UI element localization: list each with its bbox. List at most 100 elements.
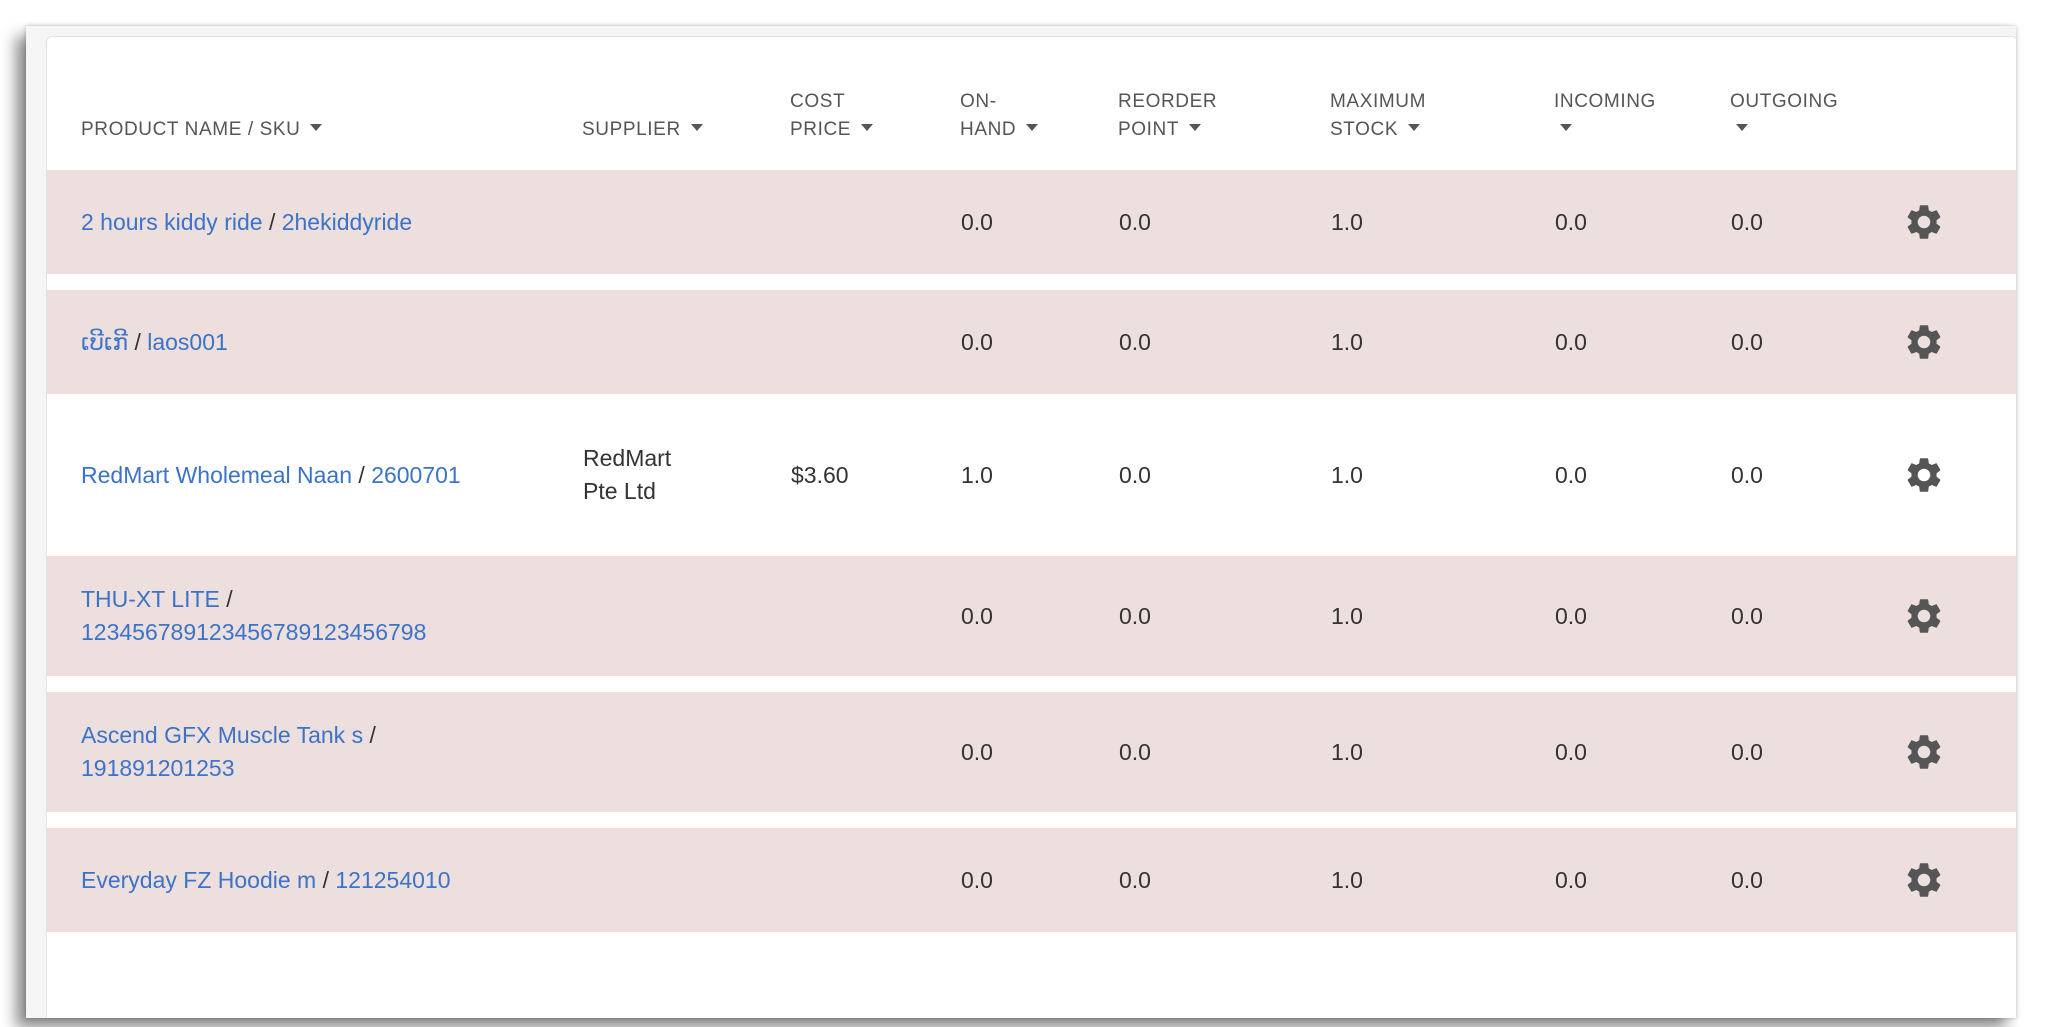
separator: / bbox=[358, 461, 365, 488]
cell-incoming: 0.0 bbox=[1554, 556, 1730, 692]
cell-reorder-point: 0.0 bbox=[1118, 556, 1330, 692]
col-header-max-label-1: MAXIMUM bbox=[1330, 91, 1427, 112]
product-name-link[interactable]: ເບີເກີ bbox=[81, 329, 128, 355]
separator: / bbox=[268, 208, 276, 235]
cell-supplier bbox=[582, 692, 790, 828]
incoming-text: 0.0 bbox=[1555, 461, 1587, 488]
on-hand-text: 0.0 bbox=[961, 866, 993, 893]
reorder-point-text: 0.0 bbox=[1119, 738, 1151, 765]
cell-maximum-stock: 1.0 bbox=[1330, 828, 1554, 948]
product-name-link[interactable]: RedMart Wholemeal Naan bbox=[81, 462, 352, 488]
col-header-outgoing-label: OUTGOING bbox=[1730, 91, 1839, 112]
cell-product: 2 hours kiddy ride / 2hekiddyride bbox=[47, 170, 582, 290]
table-row: ເບີເກີ / laos001 0.0 0.0 1.0 0.0 0.0 bbox=[47, 290, 2016, 410]
product-name-link[interactable]: THU-XT LITE bbox=[81, 586, 220, 612]
cell-reorder-point: 0.0 bbox=[1118, 170, 1330, 290]
col-header-incoming-label: INCOMING bbox=[1554, 91, 1656, 112]
cell-on-hand: 0.0 bbox=[960, 828, 1118, 948]
gear-icon[interactable] bbox=[1903, 859, 1945, 901]
cell-incoming: 0.0 bbox=[1554, 170, 1730, 290]
cell-incoming: 0.0 bbox=[1554, 410, 1730, 556]
product-sku-link[interactable]: 2600701 bbox=[371, 462, 461, 488]
table-row: RedMart Wholemeal Naan / 2600701 RedMart … bbox=[47, 410, 2016, 556]
on-hand-text: 1.0 bbox=[961, 461, 993, 488]
table-row: Ascend GFX Muscle Tank s / 191891201253 0.… bbox=[47, 692, 2016, 828]
table-row: Everyday FZ Hoodie m / 121254010 0.0 0.0 1.… bbox=[47, 828, 2016, 948]
col-header-maximum-stock[interactable]: MAXIMUM STOCK bbox=[1330, 37, 1554, 170]
gear-icon[interactable] bbox=[1903, 321, 1945, 363]
cell-supplier bbox=[582, 290, 790, 410]
outgoing-text: 0.0 bbox=[1731, 602, 1763, 629]
cell-outgoing: 0.0 bbox=[1730, 170, 1902, 290]
product-sku-link[interactable]: 191891201253 bbox=[81, 755, 235, 781]
cell-on-hand: 0.0 bbox=[960, 692, 1118, 828]
product-sku-link[interactable]: 1234567891234567891234567­98 bbox=[81, 619, 426, 645]
cell-product: Ascend GFX Muscle Tank s / 191891201253 bbox=[47, 692, 582, 828]
cell-on-hand: 0.0 bbox=[960, 290, 1118, 410]
product-sku-link[interactable]: laos001 bbox=[147, 329, 228, 355]
col-header-actions bbox=[1902, 37, 2016, 170]
cell-cost-price bbox=[790, 170, 960, 290]
product-name-link[interactable]: Ascend GFX Muscle Tank s bbox=[81, 722, 363, 748]
col-header-reorder-label-1: REORDER bbox=[1118, 91, 1218, 112]
gear-icon[interactable] bbox=[1903, 201, 1945, 243]
cell-outgoing: 0.0 bbox=[1730, 410, 1902, 556]
gear-icon[interactable] bbox=[1903, 595, 1945, 637]
col-header-cost-price[interactable]: COST PRICE bbox=[790, 37, 960, 170]
col-header-supplier[interactable]: SUPPLIER bbox=[582, 37, 790, 170]
cell-maximum-stock: 1.0 bbox=[1330, 556, 1554, 692]
cell-outgoing: 0.0 bbox=[1730, 556, 1902, 692]
product-sku-link[interactable]: 2hekiddyride bbox=[282, 209, 412, 235]
incoming-text: 0.0 bbox=[1555, 738, 1587, 765]
reorder-point-text: 0.0 bbox=[1119, 461, 1151, 488]
gear-icon[interactable] bbox=[1903, 731, 1945, 773]
on-hand-text: 0.0 bbox=[961, 602, 993, 629]
cell-supplier: RedMart Pte Ltd bbox=[582, 410, 790, 556]
gear-icon[interactable] bbox=[1903, 454, 1945, 496]
cost-price-text: $3.60 bbox=[791, 461, 849, 488]
cell-maximum-stock: 1.0 bbox=[1330, 410, 1554, 556]
separator: / bbox=[369, 722, 376, 748]
reorder-point-text: 0.0 bbox=[1119, 208, 1151, 235]
cell-outgoing: 0.0 bbox=[1730, 692, 1902, 828]
caret-down-icon[interactable] bbox=[1560, 124, 1572, 132]
col-header-reorder-point[interactable]: REORDER POINT bbox=[1118, 37, 1330, 170]
reorder-point-text: 0.0 bbox=[1119, 866, 1151, 893]
separator: / bbox=[226, 586, 233, 612]
cell-product: THU-XT LITE / 1234567891234567891234567­9… bbox=[47, 556, 582, 692]
outgoing-text: 0.0 bbox=[1731, 461, 1763, 488]
col-header-incoming[interactable]: INCOMING bbox=[1554, 37, 1730, 170]
maximum-stock-text: 1.0 bbox=[1331, 866, 1363, 893]
col-header-product-label: PRODUCT NAME / SKU bbox=[81, 119, 301, 140]
separator: / bbox=[322, 866, 329, 893]
col-header-product[interactable]: PRODUCT NAME / SKU bbox=[47, 37, 582, 170]
supplier-text: RedMart Pte Ltd bbox=[583, 445, 672, 504]
caret-down-icon[interactable] bbox=[1736, 124, 1748, 132]
col-header-outgoing[interactable]: OUTGOING bbox=[1730, 37, 1902, 170]
caret-down-icon[interactable] bbox=[1189, 124, 1202, 132]
inventory-table: PRODUCT NAME / SKU SUPPLIER COST PRICE ON… bbox=[47, 37, 2016, 948]
table-body: 2 hours kiddy ride / 2hekiddyride 0.0 0.0 1… bbox=[47, 170, 2016, 948]
cell-product: RedMart Wholemeal Naan / 2600701 bbox=[47, 410, 582, 556]
maximum-stock-text: 1.0 bbox=[1331, 208, 1363, 235]
col-header-reorder-label-2: POINT bbox=[1118, 119, 1180, 140]
caret-down-icon[interactable] bbox=[861, 124, 874, 132]
cell-supplier bbox=[582, 828, 790, 948]
caret-down-icon[interactable] bbox=[1026, 124, 1039, 132]
caret-down-icon[interactable] bbox=[1408, 124, 1421, 132]
col-header-on-hand[interactable]: ON- HAND bbox=[960, 37, 1118, 170]
table-row: 2 hours kiddy ride / 2hekiddyride 0.0 0.0 1… bbox=[47, 170, 2016, 290]
product-sku-link[interactable]: 121254010 bbox=[335, 867, 450, 893]
product-name-link[interactable]: Everyday FZ Hoodie m bbox=[81, 867, 316, 893]
caret-down-icon[interactable] bbox=[690, 124, 703, 132]
cell-reorder-point: 0.0 bbox=[1118, 290, 1330, 410]
cell-on-hand: 0.0 bbox=[960, 170, 1118, 290]
on-hand-text: 0.0 bbox=[961, 328, 993, 355]
cell-on-hand: 0.0 bbox=[960, 556, 1118, 692]
cell-maximum-stock: 1.0 bbox=[1330, 290, 1554, 410]
product-name-link[interactable]: 2 hours kiddy ride bbox=[81, 209, 263, 235]
maximum-stock-text: 1.0 bbox=[1331, 461, 1363, 488]
cell-product: Everyday FZ Hoodie m / 121254010 bbox=[47, 828, 582, 948]
separator: / bbox=[134, 328, 141, 355]
caret-down-icon[interactable] bbox=[310, 124, 323, 132]
